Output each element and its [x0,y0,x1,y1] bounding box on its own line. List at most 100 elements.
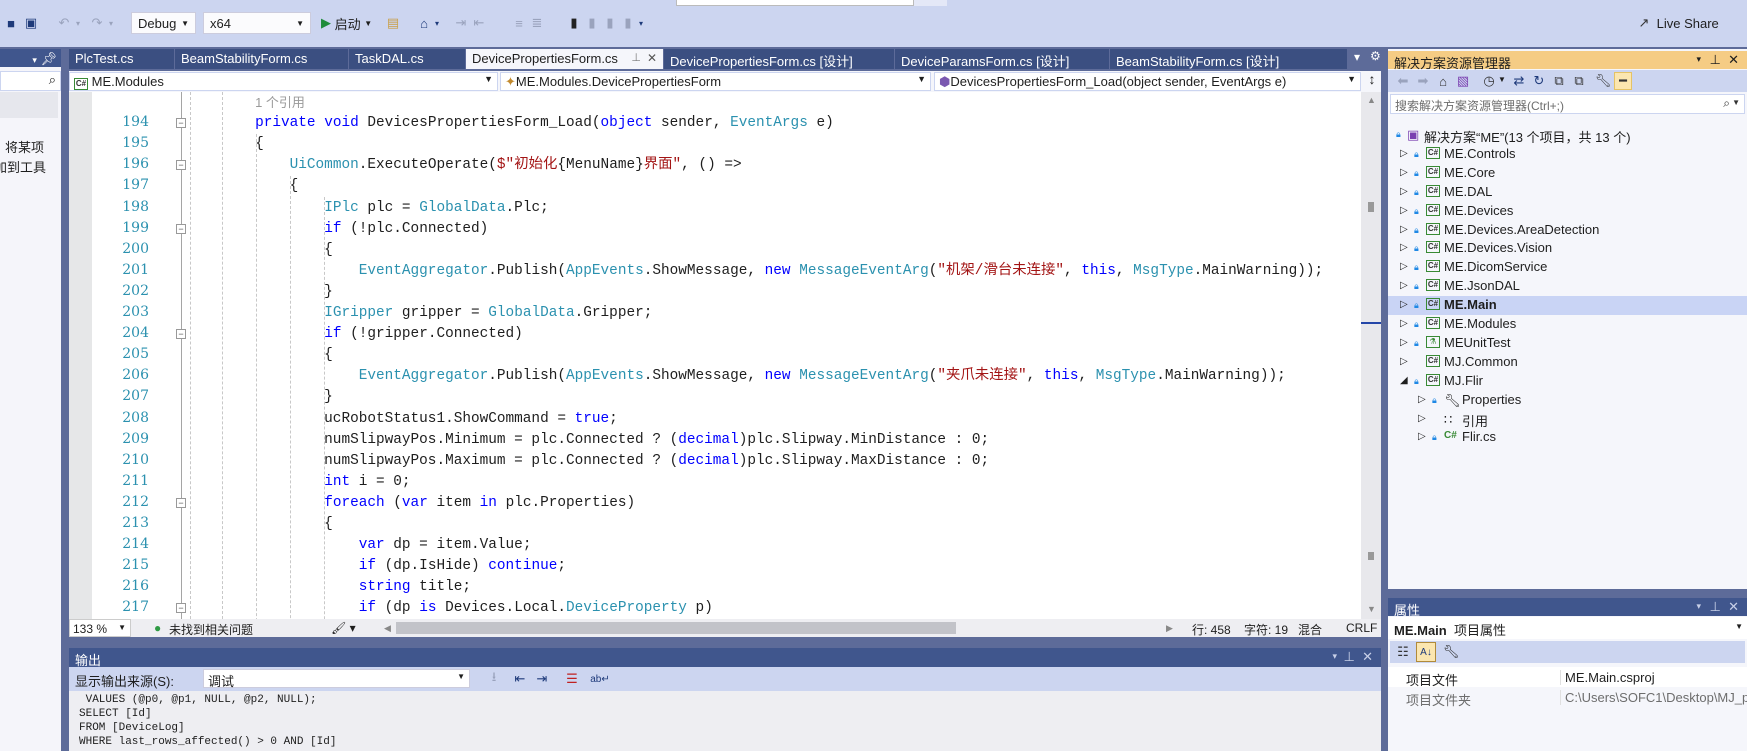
close-tab-icon[interactable]: ✕ [647,51,657,65]
word-wrap-icon[interactable]: ab↵ [590,670,610,688]
expand-arrow-icon[interactable]: ▷ [1400,356,1408,367]
expand-arrow-icon[interactable]: ▷ [1400,224,1408,235]
close-icon[interactable]: ✕ [1728,599,1739,615]
scroll-left-icon[interactable]: ◀ [384,623,391,634]
outdent-icon[interactable]: ⇤ [470,14,488,32]
expand-arrow-icon[interactable]: ▷ [1400,337,1408,348]
expand-arrow-icon[interactable]: ▷ [1400,205,1408,216]
pin-icon[interactable]: 📌︎ [40,51,57,66]
tree-item[interactable]: ▷ 🔒︎ C# ME.DicomService [1388,258,1747,277]
save-all-icon[interactable]: ▣ [22,14,40,32]
overflow-icon[interactable]: ▾ [637,14,645,32]
bookmark-icon[interactable]: ▮ [565,14,583,32]
solution-search-input[interactable]: 搜索解决方案资源管理器(Ctrl+;) ⌕ ▼ [1390,94,1745,114]
tree-item[interactable]: ▷ 🔒︎ C# ME.Core [1388,164,1747,183]
live-share-button[interactable]: ↗ Live Share [1635,12,1719,34]
home-icon[interactable]: ⌂ [1434,72,1452,90]
tree-item[interactable]: ▷ 🔒︎ C# ME.Main [1388,296,1747,316]
expand-arrow-icon[interactable]: ▷ [1418,413,1426,424]
preview-selected-icon[interactable]: ━ [1614,72,1632,90]
expand-arrow-icon[interactable]: ▷ [1418,394,1426,405]
tree-item[interactable]: ▷ 🔒︎ ⚗ MEUnitTest [1388,334,1747,353]
show-all-files-icon[interactable]: ⧉ [1570,72,1588,90]
clear-bookmarks-icon[interactable]: ▮ [619,14,637,32]
comment-icon[interactable]: ≡ [510,14,528,32]
code-editor[interactable]: 1 个引用 194 − private void DevicesPropertie… [69,92,1361,619]
tab-plctest-cs[interactable]: PlcTest.cs [69,49,175,69]
property-row[interactable]: 项目文件 ME.Main.csproj [1388,667,1747,689]
undo-icon[interactable]: ↶ [55,14,73,32]
close-icon[interactable]: ✕ [1362,649,1373,665]
sync-icon[interactable]: ⇄ [1510,72,1528,90]
tree-item[interactable]: ▷ 🔒︎ C# ME.Modules [1388,315,1747,334]
line-ending-indicator[interactable]: CRLF [1346,621,1377,635]
open-folder-icon[interactable]: ▤ [384,14,402,32]
collapse-icon[interactable]: − [176,329,186,340]
collapse-icon[interactable]: − [176,118,186,129]
home-icon[interactable]: ⌂ [415,14,433,32]
refresh-icon[interactable]: ↻ [1530,72,1548,90]
redo-icon[interactable]: ↷ [88,14,106,32]
pin-icon[interactable]: ⊥ [1344,649,1355,665]
scroll-right-icon[interactable]: ▶ [1166,623,1173,634]
tree-item[interactable]: ▷ 🔒︎ C# ME.Devices.Vision [1388,239,1747,258]
tab-beamstabilityform-cs-[interactable]: BeamStabilityForm.cs [设计] [1110,49,1348,69]
tabs-mode-indicator[interactable]: 混合 [1298,621,1322,638]
tab-deviceparamsform-cs-[interactable]: DeviceParamsForm.cs [设计] [895,49,1110,69]
properties-wrench-icon[interactable]: 🔧︎ [1594,72,1612,90]
chevron-down-icon[interactable]: ▾ [1696,601,1701,612]
forward-icon[interactable]: ➡ [1414,72,1432,90]
tree-item[interactable]: ▷ 🔒︎ C# ME.Devices [1388,202,1747,221]
toolbox-search[interactable]: ⌕ [0,71,61,91]
property-pages-wrench-icon[interactable]: 🔧︎ [1442,643,1460,661]
issues-status[interactable]: 未找到相关问题 [169,621,253,638]
expand-arrow-icon[interactable]: ▷ [1400,167,1408,178]
expand-arrow-icon[interactable]: ▷ [1400,261,1408,272]
gear-icon[interactable]: ⚙ [1370,49,1381,63]
categorized-icon[interactable]: ☷ [1394,643,1412,661]
switch-views-icon[interactable]: ▧ [1454,72,1472,90]
property-row[interactable]: 项目文件夹 C:\Users\SOFC1\Desktop\MJ_p [1388,687,1747,709]
expand-arrow-icon[interactable]: ▷ [1400,148,1408,159]
tab-beamstabilityform-cs[interactable]: BeamStabilityForm.cs [175,49,349,69]
close-icon[interactable]: ✕ [1728,52,1739,68]
collapse-all-icon[interactable]: ⧉ [1550,72,1568,90]
type-dropdown[interactable]: ✦ME.Modules.DevicePropertiesForm ▼ [500,72,931,91]
history-icon[interactable]: ◷ [1480,72,1498,90]
tree-item[interactable]: ▷ 🔒︎ C# ME.JsonDAL [1388,277,1747,296]
pin-icon[interactable]: ⊥ [1710,52,1721,68]
collapse-arrow-icon[interactable]: ◢ [1400,375,1408,386]
chevron-down-icon[interactable]: ▾ [32,55,37,65]
platform-dropdown[interactable]: x64 ▼ [203,12,311,34]
scroll-up-icon[interactable]: ▲ [1367,95,1376,105]
tab-devicepropertiesform-cs-[interactable]: DevicePropertiesForm.cs [设计] [664,49,895,69]
tree-item[interactable]: ▷ C# MJ.Common [1388,353,1747,372]
chevron-down-icon[interactable]: ▾ [1332,651,1337,662]
expand-arrow-icon[interactable]: ▷ [1400,299,1408,310]
properties-object-selector[interactable]: ME.Main 项目属性 ▼ [1388,617,1747,639]
alphabetical-sort-icon[interactable]: A↓ [1416,642,1436,662]
expand-arrow-icon[interactable]: ▷ [1400,242,1408,253]
start-button[interactable]: ▶ 启动 ▼ [321,12,372,34]
output-source-dropdown[interactable]: 调试 ▼ [203,669,470,689]
scroll-thumb[interactable] [1368,202,1374,212]
member-dropdown[interactable]: ⬢DevicesPropertiesForm_Load(object sende… [934,72,1361,91]
collapse-icon[interactable]: − [176,497,186,508]
chevron-down-icon[interactable]: ▾ [73,14,83,32]
back-icon[interactable]: ⬅ [1394,72,1412,90]
previous-message-icon[interactable]: ⇤ [511,670,529,688]
expand-arrow-icon[interactable]: ▷ [1400,318,1408,329]
reference-count-link[interactable]: 1 个引用 [186,92,305,113]
tree-item[interactable]: ▷ 🔒︎ C# Flir.cs [1388,428,1747,447]
collapse-icon[interactable]: − [176,160,186,171]
tree-item[interactable]: ▷ 🔒︎ C# ME.DAL [1388,183,1747,202]
pin-icon[interactable]: ⊥ [1710,599,1721,615]
collapse-icon[interactable]: − [176,223,186,234]
save-icon[interactable]: ■ [2,14,20,32]
tree-item[interactable]: ◢ 🔒︎ C# MJ.Flir [1388,372,1747,391]
split-window-icon[interactable]: ↕ [1363,71,1381,87]
scroll-down-icon[interactable]: ▼ [1367,604,1376,614]
vertical-scrollbar[interactable]: ▲ ▼ [1361,92,1381,619]
indent-icon[interactable]: ⇥ [452,14,470,32]
next-message-icon[interactable]: ⇥ [533,670,551,688]
